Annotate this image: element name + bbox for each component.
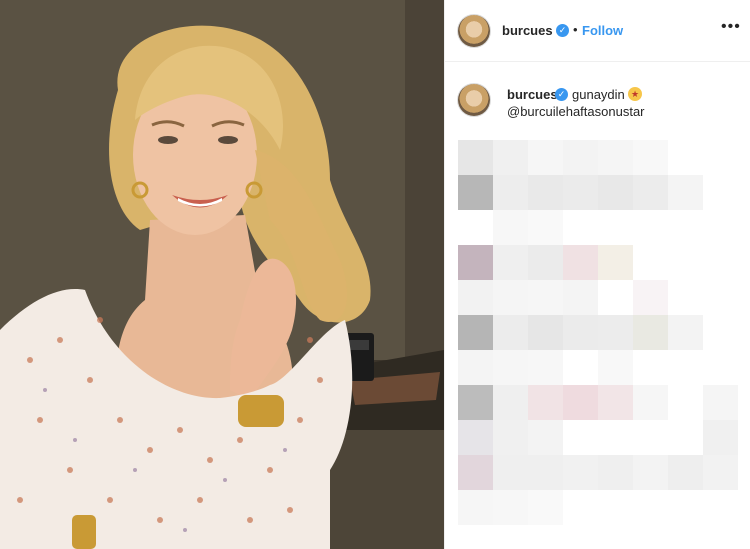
post-caption: burcues ✓ gunaydin ★ @burcuilehaftasonus… xyxy=(445,62,750,142)
pixel-block xyxy=(563,140,598,175)
pixel-block xyxy=(493,210,528,245)
pixel-block xyxy=(633,175,668,210)
pixel-block xyxy=(703,385,738,420)
pixel-block xyxy=(633,455,668,490)
pixel-block xyxy=(458,140,493,175)
pixel-block xyxy=(633,280,668,315)
pixel-block xyxy=(563,315,598,350)
photo-illustration xyxy=(0,0,444,549)
pixel-block xyxy=(598,350,633,385)
pixel-block xyxy=(493,175,528,210)
pixel-block xyxy=(528,280,563,315)
pixel-block xyxy=(668,175,703,210)
pixel-block xyxy=(598,245,633,280)
pixel-block xyxy=(598,455,633,490)
pixel-block xyxy=(458,490,493,525)
more-options-icon[interactable]: ••• xyxy=(721,18,741,36)
post-side-panel: burcues ✓ • Follow ••• burcues ✓ gunaydi… xyxy=(444,0,750,549)
pixel-block xyxy=(493,245,528,280)
pixel-block xyxy=(493,385,528,420)
pixel-block xyxy=(563,175,598,210)
pixel-block xyxy=(633,140,668,175)
verified-badge-icon: ✓ xyxy=(556,24,569,37)
pixel-block xyxy=(493,350,528,385)
pixel-block xyxy=(633,385,668,420)
pixel-block xyxy=(458,245,493,280)
pixel-block xyxy=(458,455,493,490)
pixel-block xyxy=(493,420,528,455)
pixel-block xyxy=(598,385,633,420)
pixel-block xyxy=(493,315,528,350)
star-struck-emoji-icon: ★ xyxy=(628,87,642,101)
pixel-block xyxy=(528,350,563,385)
pixel-block xyxy=(563,455,598,490)
pixel-block xyxy=(528,315,563,350)
pixel-block xyxy=(493,455,528,490)
pixel-block xyxy=(703,455,738,490)
follow-button[interactable]: Follow xyxy=(582,23,623,38)
pixel-block xyxy=(528,455,563,490)
caption-mention-link[interactable]: @burcuilehaftasonustar xyxy=(507,104,645,119)
pixel-block xyxy=(598,140,633,175)
pixel-block xyxy=(458,280,493,315)
pixel-block xyxy=(563,280,598,315)
post-header: burcues ✓ • Follow ••• xyxy=(445,0,750,62)
pixel-block xyxy=(458,350,493,385)
post-photo[interactable] xyxy=(0,0,444,549)
pixel-block xyxy=(458,315,493,350)
pixel-block xyxy=(528,175,563,210)
pixel-block xyxy=(493,490,528,525)
pixel-block xyxy=(563,385,598,420)
pixel-block xyxy=(598,315,633,350)
caption-avatar[interactable] xyxy=(458,84,490,116)
pixel-block xyxy=(528,140,563,175)
caption-text: gunaydin xyxy=(572,87,625,102)
pixel-block xyxy=(493,140,528,175)
pixel-block xyxy=(633,315,668,350)
post-author-username[interactable]: burcues xyxy=(502,23,553,38)
pixel-block xyxy=(493,280,528,315)
pixel-block xyxy=(563,245,598,280)
caption-author-username[interactable]: burcues xyxy=(507,87,558,102)
pixel-block xyxy=(528,210,563,245)
verified-badge-icon: ✓ xyxy=(555,88,568,101)
pixel-block xyxy=(528,490,563,525)
pixel-block xyxy=(598,175,633,210)
pixel-block xyxy=(528,245,563,280)
pixel-block xyxy=(703,420,738,455)
pixel-block xyxy=(668,455,703,490)
separator-dot: • xyxy=(573,22,578,37)
pixel-block xyxy=(458,420,493,455)
profile-avatar[interactable] xyxy=(458,15,490,47)
pixel-block xyxy=(458,175,493,210)
pixel-block xyxy=(528,385,563,420)
pixel-block xyxy=(458,385,493,420)
pixel-block xyxy=(528,420,563,455)
pixel-block xyxy=(668,315,703,350)
